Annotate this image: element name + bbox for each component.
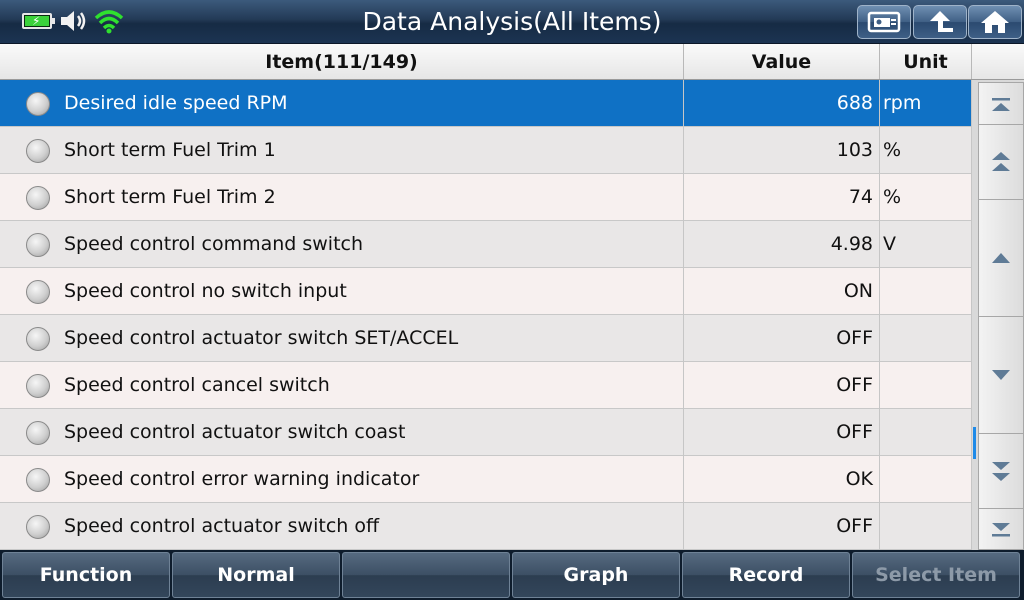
item-name: Speed control actuator switch SET/ACCEL: [64, 327, 459, 349]
bottom-toolbar: Function Normal Graph Record Select Item: [0, 550, 1024, 600]
table-row[interactable]: Short term Fuel Trim 1 103 %: [0, 127, 972, 174]
scroll-panel: [972, 44, 1024, 550]
return-arrow-icon: [930, 11, 953, 32]
radio-button[interactable]: [26, 515, 50, 539]
item-name: Speed control actuator switch coast: [64, 421, 406, 443]
header-unit: Unit: [880, 44, 972, 79]
back-button[interactable]: [913, 5, 967, 39]
radio-button[interactable]: [26, 92, 50, 116]
item-unit: [880, 362, 972, 409]
camera-card-icon: [867, 11, 901, 33]
item-unit: rpm: [880, 80, 972, 127]
table-row[interactable]: Speed control error warning indicator OK: [0, 456, 972, 503]
item-name: Speed control error warning indicator: [64, 468, 420, 490]
table-row[interactable]: Speed control cancel switch OFF: [0, 362, 972, 409]
wifi-icon: [94, 10, 124, 34]
item-value: OFF: [684, 315, 880, 362]
scroll-down-button[interactable]: [978, 316, 1024, 434]
item-unit: [880, 503, 972, 550]
table-row[interactable]: Speed control actuator switch SET/ACCEL …: [0, 315, 972, 362]
page-up-button[interactable]: [978, 124, 1024, 200]
item-name: Desired idle speed RPM: [64, 92, 288, 114]
item-value: OFF: [684, 362, 880, 409]
item-unit: [880, 409, 972, 456]
page-title: Data Analysis(All Items): [362, 7, 662, 36]
table-row[interactable]: Speed control no switch input ON: [0, 268, 972, 315]
status-icons: ⚡: [22, 8, 124, 34]
item-name: Speed control command switch: [64, 233, 364, 255]
header-value: Value: [684, 44, 880, 79]
item-name: Speed control cancel switch: [64, 374, 330, 396]
function-button[interactable]: Function: [2, 552, 170, 598]
item-name: Speed control actuator switch off: [64, 515, 380, 537]
double-chevron-down-icon: [992, 462, 1010, 481]
radio-button[interactable]: [26, 327, 50, 351]
item-unit: [880, 315, 972, 362]
chevron-down-icon: [992, 370, 1010, 380]
scroll-top-button[interactable]: [978, 82, 1024, 127]
scroll-top-icon: [992, 97, 1010, 111]
table-row[interactable]: Desired idle speed RPM 688 rpm: [0, 80, 972, 127]
radio-button[interactable]: [26, 186, 50, 210]
item-unit: [880, 456, 972, 503]
radio-button[interactable]: [26, 233, 50, 257]
graph-button[interactable]: Graph: [512, 552, 680, 598]
chevron-up-icon: [992, 253, 1010, 263]
table-header: Item(111/149) Value Unit: [0, 44, 972, 80]
item-name: Short term Fuel Trim 1: [64, 139, 276, 161]
radio-button[interactable]: [26, 468, 50, 492]
item-value: OFF: [684, 409, 880, 456]
item-name: Short term Fuel Trim 2: [64, 186, 276, 208]
double-chevron-up-icon: [992, 152, 1010, 171]
scroll-bottom-icon: [992, 523, 1010, 537]
item-value: OK: [684, 456, 880, 503]
item-value: 103: [684, 127, 880, 174]
radio-button[interactable]: [26, 280, 50, 304]
item-unit: %: [880, 174, 972, 221]
battery-charging-icon: ⚡: [22, 13, 55, 29]
empty-button[interactable]: [342, 552, 510, 598]
screenshot-button[interactable]: [857, 5, 911, 39]
normal-button[interactable]: Normal: [172, 552, 340, 598]
item-value: 74: [684, 174, 880, 221]
page-down-button[interactable]: [978, 433, 1024, 509]
data-table: Item(111/149) Value Unit Desired idle sp…: [0, 44, 972, 550]
radio-button[interactable]: [26, 421, 50, 445]
table-row[interactable]: Speed control actuator switch off OFF: [0, 503, 972, 550]
item-unit: %: [880, 127, 972, 174]
header-item: Item(111/149): [0, 44, 684, 79]
record-button[interactable]: Record: [682, 552, 850, 598]
radio-button[interactable]: [26, 139, 50, 163]
item-unit: V: [880, 221, 972, 268]
home-button[interactable]: [968, 5, 1022, 39]
scroll-up-button[interactable]: [978, 199, 1024, 317]
item-value: 4.98: [684, 221, 880, 268]
scroll-bottom-button[interactable]: [978, 508, 1024, 550]
radio-button[interactable]: [26, 374, 50, 398]
item-unit: [880, 268, 972, 315]
table-row[interactable]: Short term Fuel Trim 2 74 %: [0, 174, 972, 221]
table-row[interactable]: Speed control command switch 4.98 V: [0, 221, 972, 268]
item-value: 688: [684, 80, 880, 127]
scroll-position-indicator: [973, 427, 976, 459]
title-bar: ⚡ Data Analysis(All Items): [0, 0, 1024, 44]
item-value: OFF: [684, 503, 880, 550]
table-row[interactable]: Speed control actuator switch coast OFF: [0, 409, 972, 456]
speaker-icon: [61, 11, 86, 31]
item-name: Speed control no switch input: [64, 280, 347, 302]
home-icon: [981, 11, 1009, 33]
item-value: ON: [684, 268, 880, 315]
select-item-button[interactable]: Select Item: [852, 552, 1020, 598]
